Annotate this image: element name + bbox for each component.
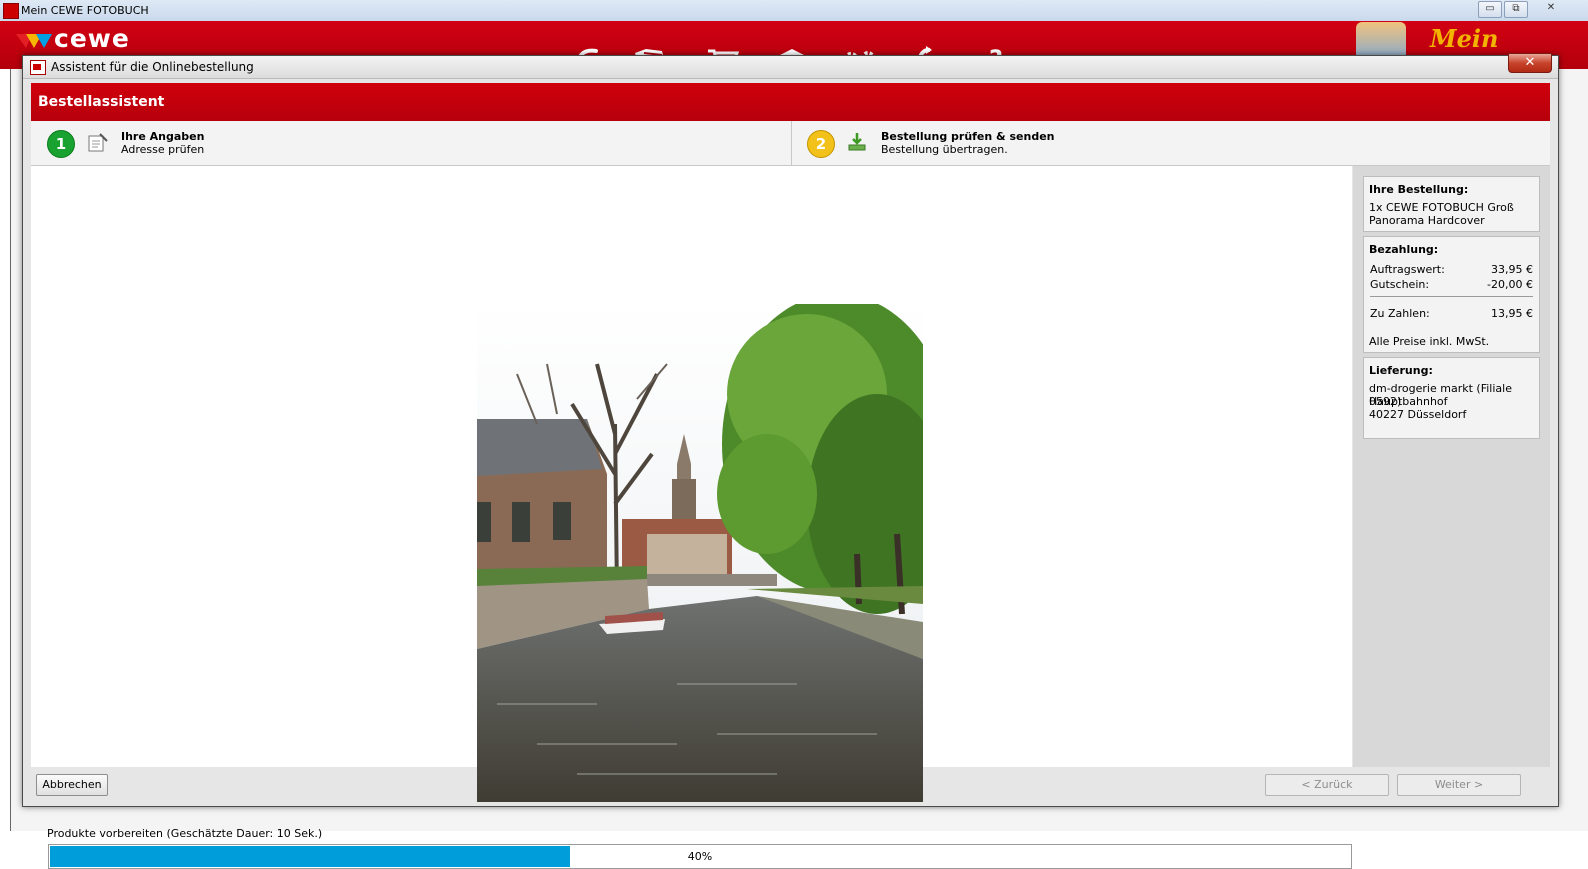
total-amount: 13,95 €: [1491, 307, 1533, 320]
progress-percent: 40%: [687, 850, 713, 863]
order-assistant-dialog: Assistent für die Onlinebestellung ✕ Bes…: [22, 53, 1559, 869]
app-title: Mein CEWE FOTOBUCH: [21, 4, 149, 17]
delivery-box: Lieferung: dm-drogerie markt (Filiale 05…: [1363, 357, 1540, 439]
order-value-amount: 33,95 €: [1491, 263, 1533, 276]
voucher-label: Gutschein:: [1370, 278, 1430, 291]
step-1-number: 1: [47, 130, 75, 158]
order-line-2: Panorama Hardcover: [1369, 214, 1485, 227]
delivery-heading: Lieferung:: [1369, 364, 1433, 377]
cewe-logo: cewe: [14, 24, 134, 53]
dialog-title-bar: Assistent für die Onlinebestellung ✕: [23, 53, 1558, 79]
preview-panel: Produkte vorbereiten (Geschätzte Dauer: …: [31, 166, 1352, 869]
dialog-header: Bestellassistent: [31, 83, 1550, 121]
payment-box: Bezahlung: Auftragswert: 33,95 € Gutsche…: [1363, 236, 1540, 353]
order-box: Ihre Bestellung: 1x CEWE FOTOBUCH Groß P…: [1363, 176, 1540, 232]
order-summary-sidebar: Ihre Bestellung: 1x CEWE FOTOBUCH Groß P…: [1353, 166, 1550, 767]
payment-divider: [1370, 296, 1533, 297]
vat-note: Alle Preise inkl. MwSt.: [1369, 335, 1490, 348]
minimize-button[interactable]: ▭: [1478, 1, 1502, 18]
dialog-header-title: Bestellassistent: [38, 94, 165, 110]
app-icon: [3, 3, 19, 19]
voucher-amount: -20,00 €: [1487, 278, 1533, 291]
app-title-bar: Mein CEWE FOTOBUCH ▭ ⧉ ✕: [0, 0, 1588, 22]
app-close-button[interactable]: ✕: [1540, 1, 1562, 16]
total-label: Zu Zahlen:: [1370, 307, 1430, 320]
steps-bar: 1 Ihre Angaben Adresse prüfen 2 Bestellu…: [31, 121, 1550, 166]
restore-button[interactable]: ⧉: [1504, 1, 1528, 18]
step-2-title: Bestellung prüfen & senden: [881, 130, 1055, 143]
cewe-logo-text: cewe: [54, 24, 130, 53]
delivery-line-2: Hauptbahnhof: [1369, 395, 1448, 408]
order-value-label: Auftragswert:: [1370, 263, 1445, 276]
send-order-icon: [847, 131, 869, 153]
cancel-button[interactable]: Abbrechen: [36, 774, 108, 796]
progress-label: Produkte vorbereiten (Geschätzte Dauer: …: [47, 827, 323, 840]
step-2-subtitle: Bestellung übertragen.: [881, 143, 1008, 156]
progress-bar: 40%: [48, 844, 1352, 869]
mein-brand-logo: Mein: [1430, 24, 1499, 53]
product-preview-photo: [477, 304, 923, 802]
next-button[interactable]: Weiter >: [1397, 774, 1521, 796]
back-button[interactable]: < Zurück: [1265, 774, 1389, 796]
dialog-icon: [30, 60, 46, 75]
order-heading: Ihre Bestellung:: [1369, 183, 1469, 196]
step-2-number: 2: [807, 130, 835, 158]
dialog-close-button[interactable]: ✕: [1508, 53, 1552, 73]
step-1-subtitle: Adresse prüfen: [121, 143, 205, 156]
step-1-title: Ihre Angaben: [121, 130, 205, 143]
delivery-line-3: 40227 Düsseldorf: [1369, 408, 1467, 421]
payment-heading: Bezahlung:: [1369, 243, 1439, 256]
edit-form-icon: [87, 131, 109, 153]
dialog-title: Assistent für die Onlinebestellung: [51, 60, 254, 74]
order-line-1: 1x CEWE FOTOBUCH Groß: [1369, 201, 1514, 214]
steps-divider: [791, 121, 792, 165]
